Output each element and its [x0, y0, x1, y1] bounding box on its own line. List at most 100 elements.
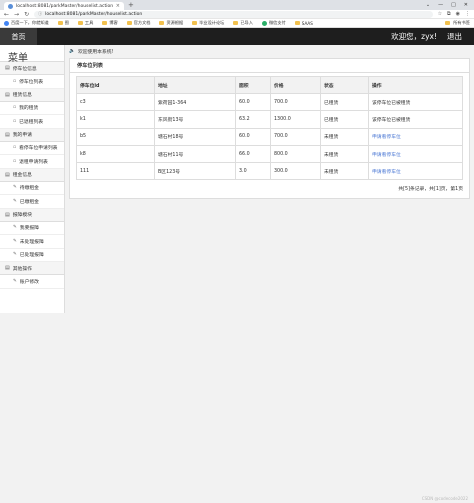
sidebar-item-report-fault[interactable]: ✎ 我要报障 — [0, 221, 64, 235]
parking-list-panel: 停车位列表 停车位id 地址 面积 价格 状态 操作 c3 紫荷园1-364 6… — [69, 58, 470, 200]
bookmark-all[interactable]: 所有书签 — [445, 20, 470, 26]
wrench-icon: ✎ — [13, 225, 17, 231]
info-icon[interactable]: ⓘ — [38, 11, 42, 17]
table-row: b5 塘石村18号 60.0 700.0 未租赁 申请看停车位 — [76, 127, 463, 146]
sidebar-item-processed-faults[interactable]: ✎ 已处理报障 — [0, 248, 64, 262]
column-header: 面积 — [235, 76, 271, 94]
new-tab-icon[interactable]: + — [124, 1, 138, 10]
document-icon: ▫ — [13, 145, 17, 151]
folder-icon — [233, 21, 239, 25]
sidebar-item-unprocessed-faults[interactable]: ✎ 未处理报障 — [0, 235, 64, 249]
cell-address: 东风街13号 — [154, 110, 236, 129]
menu-list-icon: ▤ — [5, 131, 10, 138]
bookmark-baidu[interactable]: 百度一下，你就知道 — [4, 20, 49, 26]
sidebar-item-returned-list[interactable]: ▫ 已退租列表 — [0, 115, 64, 129]
bookmark-imported[interactable]: 已导入 — [233, 20, 253, 26]
sidebar-item-rent-paid[interactable]: ✎ 已缴租金 — [0, 195, 64, 209]
column-header: 停车位id — [76, 76, 155, 94]
close-icon[interactable]: × — [116, 3, 120, 9]
bookmark-blog[interactable]: 博客 — [102, 20, 118, 26]
sidebar-item-parking-list[interactable]: ▫ 停车位列表 — [0, 75, 64, 89]
cell-address: 紫荷园1-364 — [154, 92, 236, 112]
wrench-icon: ✎ — [13, 198, 17, 204]
cell-price: 300.0 — [270, 162, 321, 181]
cell-address: 塘石村18号 — [154, 127, 236, 146]
cell-status: 未租赁 — [320, 127, 369, 146]
cell-price: 700.0 — [270, 127, 321, 146]
home-nav[interactable]: 首页 — [0, 28, 37, 45]
apply-view-link[interactable]: 申请看停车位 — [368, 144, 463, 164]
apply-view-link[interactable]: 申请看停车位 — [368, 162, 463, 181]
url-text: localhost:8081/parkMaster/houselist.acti… — [45, 11, 143, 17]
folder-icon — [57, 21, 63, 25]
table-row: c3 紫荷园1-364 60.0 700.0 已租赁 该停车位已被租赁 — [76, 92, 463, 112]
back-icon[interactable]: ← — [4, 11, 9, 18]
bookmark-wechatpay[interactable]: 微信支付 — [261, 20, 286, 26]
menu-list-icon: ▤ — [5, 65, 10, 71]
sidebar-item-my-lease[interactable]: ▫ 我的租赁 — [0, 101, 64, 115]
cell-action-text: 该停车位已被租赁 — [368, 110, 463, 129]
folder-icon — [192, 21, 198, 25]
minimize-icon[interactable]: — — [438, 2, 443, 8]
bookmark-tu[interactable]: 图 — [57, 20, 69, 26]
bookmark-forum[interactable]: 毕业设计论坛 — [192, 20, 224, 26]
cell-area: 66.0 — [235, 144, 271, 164]
menu-icon[interactable]: ⋮ — [465, 11, 470, 17]
cell-id: k8 — [76, 144, 155, 164]
column-header: 操作 — [368, 76, 463, 94]
sidebar-item-view-applications[interactable]: ▫ 看停车位申请列表 — [0, 141, 64, 155]
profile-icon[interactable]: ◉ — [456, 11, 460, 17]
cell-area: 60.0 — [235, 127, 271, 146]
bookmark-docs[interactable]: 官方文档 — [126, 20, 150, 26]
cell-address: 塘石村11号 — [154, 144, 236, 164]
browser-tab[interactable]: localhost:8081/parkMaster/houselist.acti… — [4, 2, 124, 10]
bookmark-resources[interactable]: 资源根据 — [159, 20, 183, 26]
window-close-icon[interactable]: ✕ — [464, 2, 468, 8]
bookmark-saas[interactable]: SAAS — [294, 21, 313, 26]
sidebar-item-return-applications[interactable]: ▫ 退租申请列表 — [0, 155, 64, 169]
table-row: k1 东风街13号 63.2 1300.0 已租赁 该停车位已被租赁 — [76, 110, 463, 129]
cell-area: 3.0 — [235, 162, 271, 181]
speaker-icon: 🔈 — [69, 48, 75, 54]
bookmark-tools[interactable]: 工具 — [77, 20, 93, 26]
url-field[interactable]: ⓘ localhost:8081/parkMaster/houselist.ac… — [34, 10, 433, 18]
cell-status: 已租赁 — [320, 92, 369, 112]
cell-status: 未租赁 — [320, 162, 369, 181]
folder-icon — [77, 21, 83, 25]
cell-price: 700.0 — [270, 92, 321, 112]
sidebar-section-fault-report[interactable]: ▤ 报障模块 — [0, 208, 64, 222]
sidebar-section-rent-info[interactable]: ▤ 租金信息 — [0, 168, 64, 182]
column-header: 状态 — [320, 76, 369, 94]
main-area: 菜单 ▤ 停车位信息 ▫ 停车位列表 ▤ 租赁信息 ▫ 我的租赁 ▫ 已退租列表 ▤ 我的申… — [0, 45, 474, 485]
document-icon: ▫ — [13, 158, 17, 164]
browser-tab-strip: localhost:8081/parkMaster/houselist.acti… — [0, 0, 474, 10]
pagination-info: 共[5]条记录，共[1]页，第1页 — [398, 187, 463, 193]
baidu-icon — [4, 20, 9, 26]
sidebar: 菜单 ▤ 停车位信息 ▫ 停车位列表 ▤ 租赁信息 ▫ 我的租赁 ▫ 已退租列表 ▤ 我的申… — [0, 45, 65, 313]
menu-list-icon: ▤ — [5, 91, 10, 98]
folder-icon — [102, 21, 108, 25]
welcome-text: 欢迎使用本系统! — [77, 49, 114, 55]
table-row: k8 塘石村11号 66.0 800.0 未租赁 申请看停车位 — [76, 144, 463, 164]
logout-link[interactable]: 退出 — [447, 31, 462, 42]
cell-action-text: 该停车位已被租赁 — [368, 92, 463, 112]
star-icon[interactable]: ☆ — [438, 11, 442, 17]
forward-icon[interactable]: → — [14, 11, 19, 18]
sidebar-item-rent-due[interactable]: ✎ 待缴租金 — [0, 181, 64, 195]
sidebar-section-lease-info[interactable]: ▤ 租赁信息 — [0, 88, 64, 102]
sidebar-section-my-applications[interactable]: ▤ 我的申请 — [0, 128, 64, 142]
menu-list-icon: ▤ — [5, 265, 10, 271]
sidebar-item-account-edit[interactable]: ✎ 账户修改 — [0, 275, 64, 289]
extension-icon[interactable]: ⧉ — [447, 11, 451, 17]
reload-icon[interactable]: ↻ — [24, 11, 29, 18]
sidebar-section-other[interactable]: ▤ 其他操作 — [0, 262, 64, 275]
globe-icon — [8, 3, 13, 9]
menu-title: 菜单 — [0, 45, 64, 64]
chevron-down-icon[interactable]: ⌄ — [426, 2, 430, 8]
document-icon: ▫ — [13, 118, 17, 124]
watermark: CSDN @codecode2022 — [421, 496, 468, 501]
cell-id: b5 — [76, 127, 155, 146]
maximize-icon[interactable]: □ — [451, 2, 456, 8]
cell-address: B区123号 — [154, 162, 236, 181]
apply-view-link[interactable]: 申请看停车位 — [368, 127, 463, 146]
